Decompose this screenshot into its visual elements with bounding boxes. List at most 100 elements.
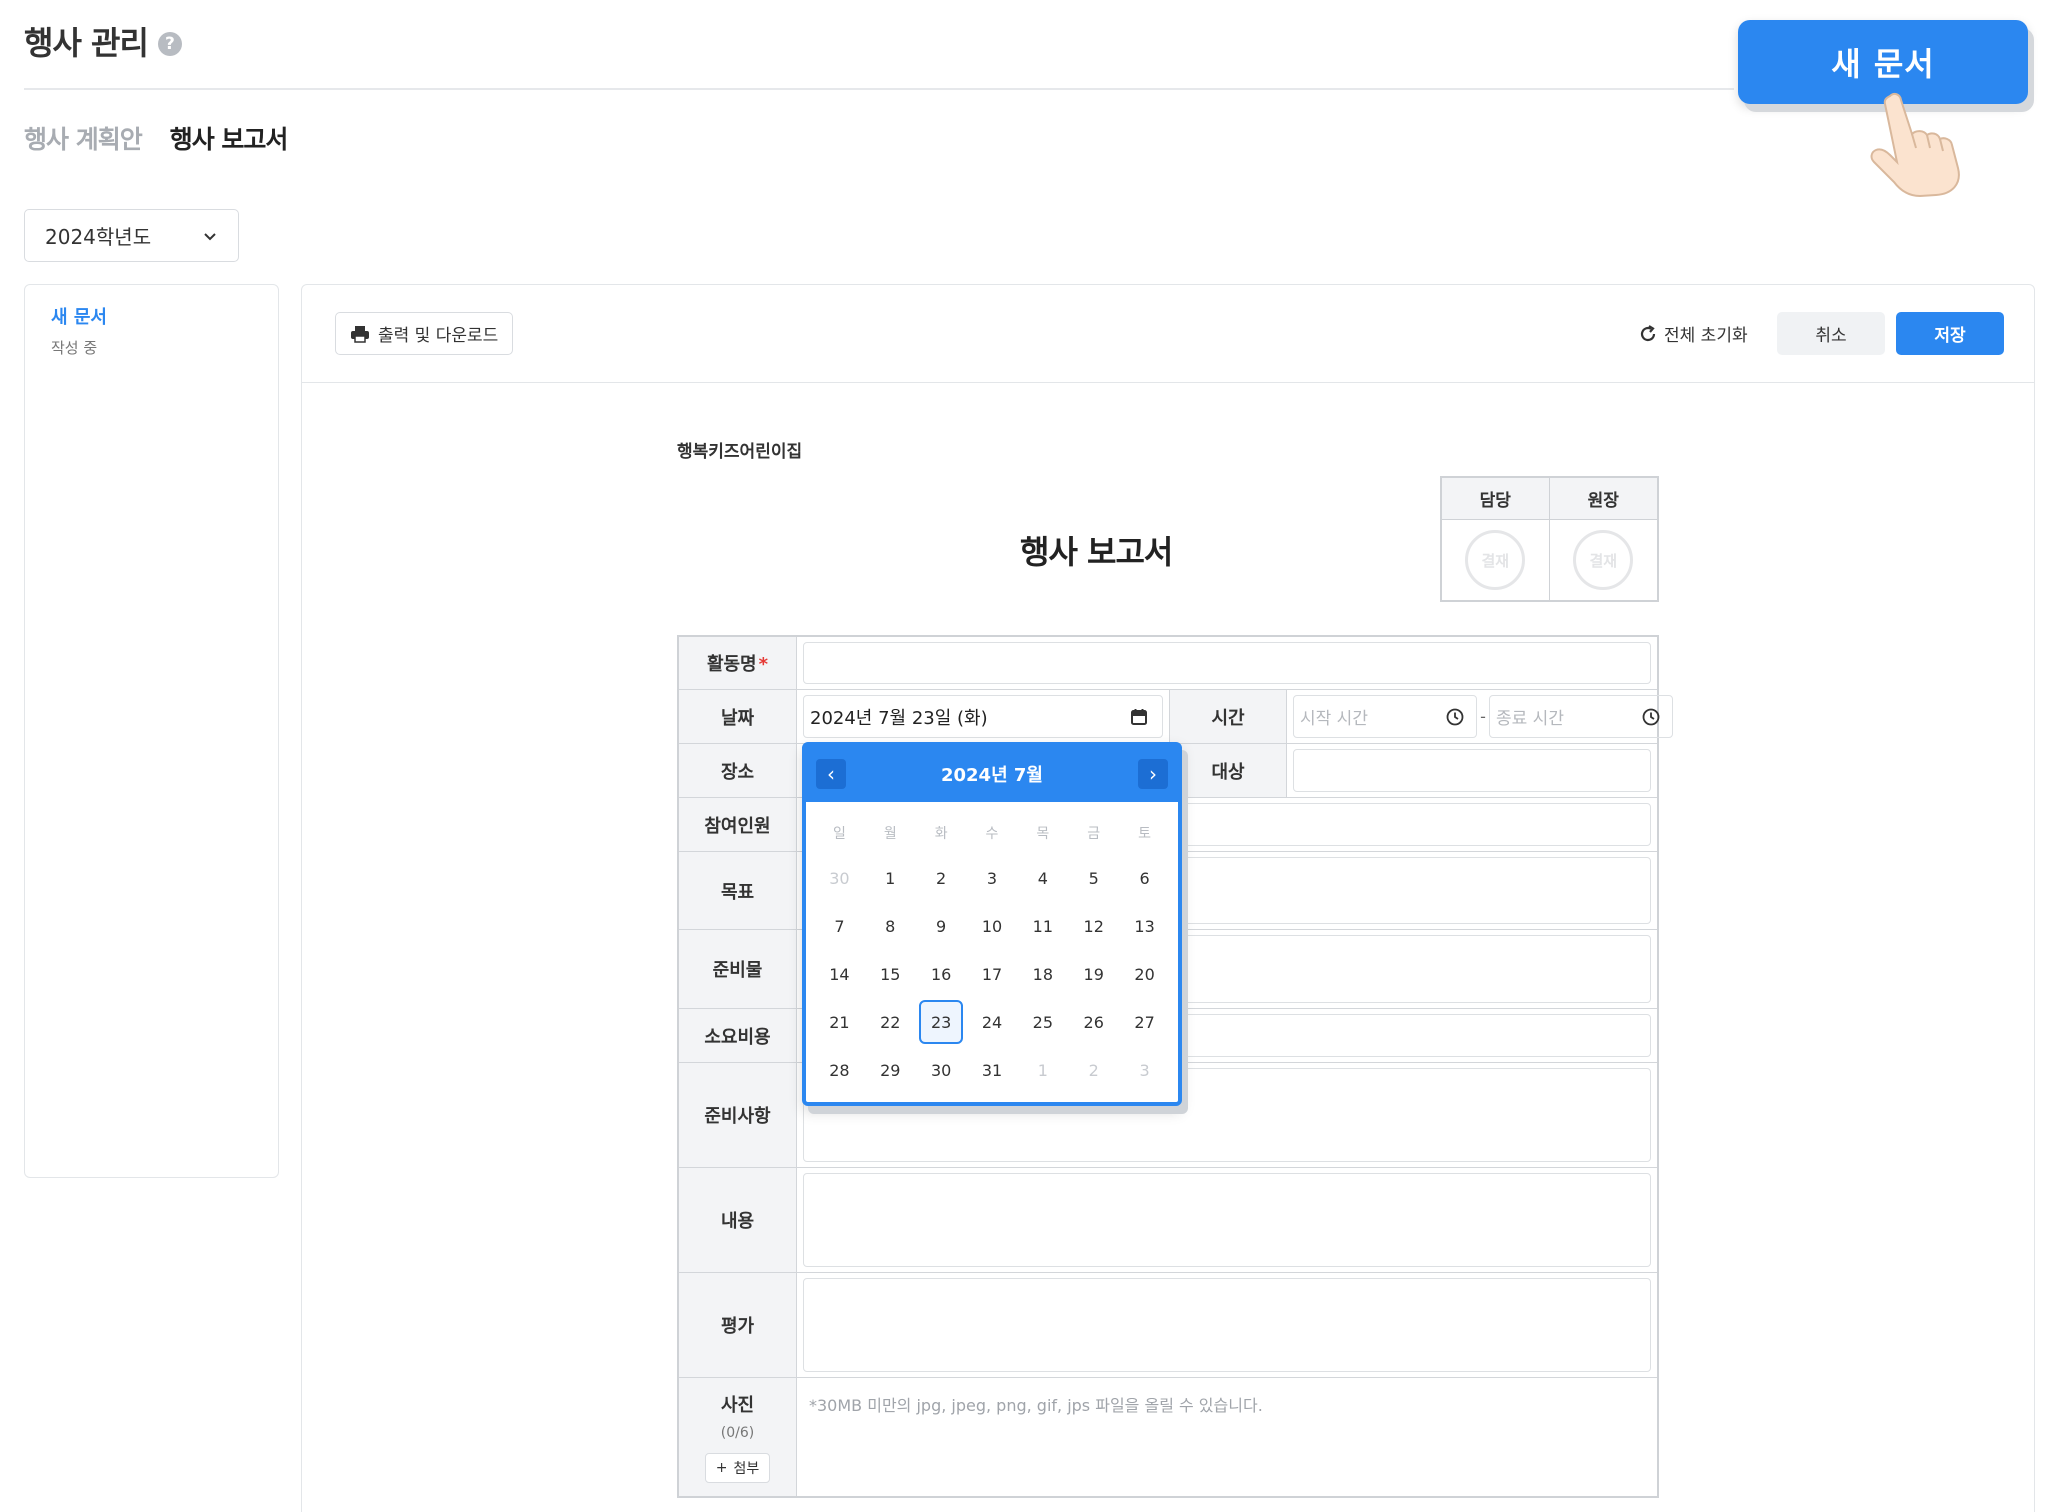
photo-hint: *30MB 미만의 jpg, jpeg, png, gif, jps 파일을 올…	[809, 1396, 1263, 1415]
place-label: 장소	[679, 744, 797, 797]
form-row-photo: 사진 (0/6) + 첨부 *30MB 미만의 jpg, jpeg, png, …	[679, 1378, 1657, 1496]
calendar-day[interactable]: 11	[1017, 902, 1068, 950]
content-label: 내용	[679, 1168, 797, 1272]
approval-table: 담당 원장 결재 결재	[1440, 476, 1659, 602]
help-icon[interactable]: ?	[157, 32, 182, 56]
date-input[interactable]: 2024년 7월 23일 (화)	[803, 695, 1163, 738]
calendar-day-number: 20	[1134, 964, 1155, 984]
calendar-day[interactable]: 30	[814, 854, 865, 902]
calendar-day[interactable]: 13	[1119, 902, 1170, 950]
weekday-header: 금	[1087, 826, 1101, 842]
end-time-input[interactable]: 종료 시간	[1489, 695, 1673, 738]
calendar-day[interactable]: 25	[1017, 998, 1068, 1046]
tab-event-plan[interactable]: 행사 계획안	[24, 120, 143, 156]
tab-event-report[interactable]: 행사 보고서	[170, 120, 289, 156]
calendar-day[interactable]: 2	[1068, 1046, 1119, 1094]
document-item-status: 작성 중	[51, 339, 98, 357]
calendar-day-number: 3	[1139, 1060, 1150, 1080]
calendar-day[interactable]: 22	[865, 998, 916, 1046]
calendar-day-number: 7	[834, 916, 845, 936]
calendar-day[interactable]: 26	[1068, 998, 1119, 1046]
calendar-day-number: 2	[1088, 1060, 1099, 1080]
prep-label: 준비사항	[679, 1063, 797, 1167]
calendar-day-number: 13	[1134, 916, 1155, 936]
calendar-day[interactable]: 18	[1017, 950, 1068, 998]
calendar-day[interactable]: 28	[814, 1046, 865, 1094]
calendar-day[interactable]: 4	[1017, 854, 1068, 902]
calendar-day[interactable]: 16	[916, 950, 967, 998]
calendar-day[interactable]: 3	[1119, 1046, 1170, 1094]
calendar-day-number: 27	[1134, 1012, 1155, 1032]
calendar-day-number: 12	[1083, 916, 1104, 936]
calendar-day-number: 26	[1083, 1012, 1104, 1032]
goal-label: 목표	[679, 852, 797, 929]
photo-dropzone[interactable]: *30MB 미만의 jpg, jpeg, png, gif, jps 파일을 올…	[797, 1378, 1657, 1496]
start-time-input[interactable]: 시작 시간	[1293, 695, 1477, 738]
calendar-day[interactable]: 31	[967, 1046, 1018, 1094]
prev-month-button[interactable]: ‹	[816, 759, 846, 789]
calendar-day[interactable]: 12	[1068, 902, 1119, 950]
calendar-day-number: 15	[880, 964, 901, 984]
calendar-day[interactable]: 10	[967, 902, 1018, 950]
participants-label: 참여인원	[679, 798, 797, 851]
calendar-day[interactable]: 30	[916, 1046, 967, 1094]
approval-stamp: 결재	[1465, 530, 1526, 590]
calendar-day[interactable]: 5	[1068, 854, 1119, 902]
next-month-button[interactable]: ›	[1137, 759, 1168, 789]
year-select[interactable]: 2024학년도	[24, 209, 239, 262]
calendar-day-number: 24	[981, 1012, 1003, 1032]
reset-all-button[interactable]: 전체 초기화	[1638, 312, 1748, 355]
tab-bar: 행사 계획안 행사 보고서	[24, 120, 289, 156]
calendar-day-number: 28	[829, 1060, 850, 1080]
title-divider	[24, 88, 1734, 90]
approval-cell-director[interactable]: 결재	[1550, 520, 1658, 600]
content-input[interactable]	[803, 1173, 1651, 1267]
calendar-day-number: 22	[880, 1012, 901, 1032]
calendar-day[interactable]: 6	[1119, 854, 1170, 902]
save-button[interactable]: 저장	[1896, 312, 2004, 355]
calendar-day[interactable]: 27	[1119, 998, 1170, 1046]
reset-all-label: 전체 초기화	[1664, 326, 1748, 346]
calendar-day[interactable]: 1	[865, 854, 916, 902]
calendar-day[interactable]: 8	[865, 902, 916, 950]
calendar-day[interactable]: 9	[916, 902, 967, 950]
refresh-icon	[1640, 324, 1656, 341]
date-picker-grid: 일 월 화 수 목 금 토 30 1 2 3 4 5 6 7 8 9 10 11 12 13 14 15 16 17 18 19 20…	[806, 802, 1178, 1094]
calendar-day[interactable]: 2	[916, 854, 967, 902]
print-download-button[interactable]: 출력 및 다운로드	[335, 312, 514, 355]
calendar-day-number: 6	[1139, 868, 1150, 888]
target-label: 대상	[1169, 744, 1287, 797]
calendar-day[interactable]: 15	[865, 950, 916, 998]
activity-name-input[interactable]	[803, 642, 1651, 684]
calendar-day[interactable]: 1	[1017, 1046, 1068, 1094]
calendar-day-number: 31	[981, 1060, 1003, 1080]
calendar-day-number: 30	[930, 1060, 952, 1080]
calendar-day-number: 21	[829, 1012, 850, 1032]
plus-icon: +	[715, 1460, 728, 1476]
calendar-day[interactable]: 20	[1119, 950, 1170, 998]
form-row-eval: 평가	[679, 1273, 1657, 1378]
calendar-day[interactable]: 14	[814, 950, 865, 998]
calendar-day-number: 4	[1037, 868, 1048, 888]
calendar-day[interactable]: 24	[967, 998, 1018, 1046]
cancel-button[interactable]: 취소	[1777, 312, 1885, 355]
activity-label: 활동명 *	[679, 637, 797, 689]
start-time-placeholder: 시작 시간	[1300, 709, 1368, 729]
calendar-day-selected[interactable]: 23	[916, 998, 967, 1046]
document-list-item[interactable]: 새 문서 작성 중	[51, 303, 252, 358]
approval-cell-manager[interactable]: 결재	[1442, 520, 1550, 600]
calendar-day[interactable]: 17	[967, 950, 1018, 998]
document-item-title: 새 문서	[51, 307, 107, 328]
eval-input[interactable]	[803, 1278, 1651, 1372]
weekday-header: 월	[883, 826, 897, 842]
weekday-header: 화	[934, 826, 948, 842]
calendar-day[interactable]: 7	[814, 902, 865, 950]
attach-button[interactable]: + 첨부	[704, 1453, 771, 1483]
calendar-day[interactable]: 19	[1068, 950, 1119, 998]
calendar-day-number: 25	[1032, 1012, 1054, 1032]
target-input[interactable]	[1293, 749, 1651, 792]
calendar-day[interactable]: 3	[967, 854, 1018, 902]
date-value: 2024년 7월 23일 (화)	[810, 707, 988, 729]
calendar-day[interactable]: 29	[865, 1046, 916, 1094]
calendar-day[interactable]: 21	[814, 998, 865, 1046]
